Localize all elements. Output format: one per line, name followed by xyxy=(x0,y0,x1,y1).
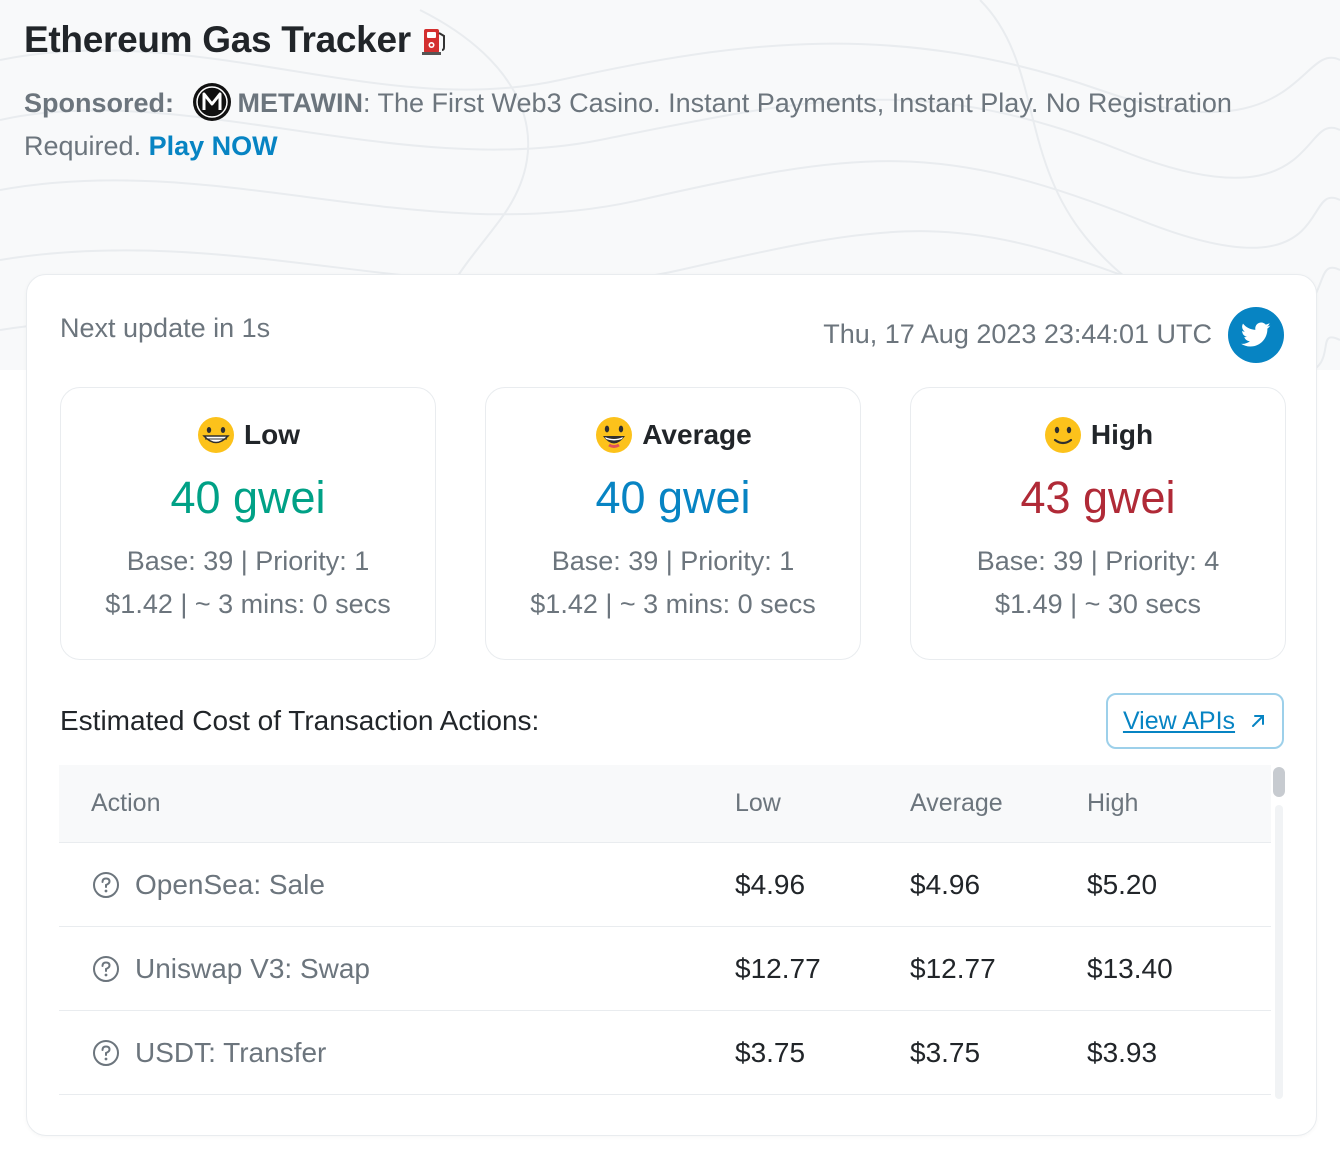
tier-label: Average xyxy=(642,419,752,450)
table-scrollbar[interactable] xyxy=(1271,765,1287,1103)
column-header-low: Low xyxy=(735,789,781,817)
fuel-pump-icon xyxy=(421,25,449,55)
gas-tier-average: Average 40 gwei Base: 39 | Priority: 1 $… xyxy=(485,387,861,660)
sponsor-cta-link[interactable]: Play NOW xyxy=(149,131,278,161)
last-updated-timestamp: Thu, 17 Aug 2023 23:44:01 UTC xyxy=(823,319,1212,349)
tier-gwei-value: 40 gwei xyxy=(595,472,751,523)
gas-tracker-card: Next update in 1s Thu, 17 Aug 2023 23:44… xyxy=(26,274,1317,1136)
action-name: Uniswap V3: Swap xyxy=(135,952,371,984)
sponsor-label: Sponsored: xyxy=(24,88,175,118)
tier-gwei-value: 40 gwei xyxy=(170,472,326,523)
view-apis-label: View APIs xyxy=(1122,706,1236,735)
sponsor-banner: Sponsored: METAWIN: The First Web3 Casin… xyxy=(24,82,1314,168)
cost-average: $12.77 xyxy=(910,952,996,984)
next-update-text: Next update in 1s xyxy=(60,313,271,343)
question-circle-icon[interactable] xyxy=(91,870,121,900)
twitter-icon xyxy=(1241,322,1271,347)
tier-cost-time: $1.42 | ~ 3 mins: 0 secs xyxy=(530,589,816,619)
tier-base-priority: Base: 39 | Priority: 1 xyxy=(551,546,795,576)
cost-low: $12.77 xyxy=(735,952,821,984)
cost-high: $13.40 xyxy=(1087,952,1173,984)
grinning-face-icon xyxy=(196,415,236,455)
gas-tier-high: High 43 gwei Base: 39 | Priority: 4 $1.4… xyxy=(910,387,1286,660)
table-row: Uniswap V3: Swap $12.77 $12.77 $13.40 xyxy=(59,927,1271,1011)
table-row: USDT: Transfer $3.75 $3.75 $3.93 xyxy=(59,1011,1271,1095)
question-circle-icon[interactable] xyxy=(91,1038,121,1068)
column-header-high: High xyxy=(1087,789,1139,817)
tier-gwei-value: 43 gwei xyxy=(1020,472,1176,523)
action-name: USDT: Transfer xyxy=(135,1036,327,1068)
twitter-share-button[interactable] xyxy=(1228,307,1284,363)
column-header-average: Average xyxy=(910,789,1003,817)
table-row: OpenSea: Sale $4.96 $4.96 $5.20 xyxy=(59,843,1271,927)
page-header: Ethereum Gas Tracker Sponsored: METAWIN:… xyxy=(24,18,1324,168)
sponsor-brand: METAWIN xyxy=(237,88,364,118)
cost-high: $3.93 xyxy=(1087,1036,1158,1068)
slight-smile-icon xyxy=(1043,415,1083,455)
cost-average: $4.96 xyxy=(910,868,981,900)
tier-cost-time: $1.42 | ~ 3 mins: 0 secs xyxy=(105,589,391,619)
cost-low: $3.75 xyxy=(735,1036,806,1068)
tier-cost-time: $1.49 | ~ 30 secs xyxy=(995,589,1201,619)
page-title: Ethereum Gas Tracker xyxy=(24,19,411,60)
column-header-action: Action xyxy=(91,789,161,817)
question-circle-icon[interactable] xyxy=(91,954,121,984)
action-name: OpenSea: Sale xyxy=(135,868,325,900)
gas-tier-low: Low 40 gwei Base: 39 | Priority: 1 $1.42… xyxy=(60,387,436,660)
scrollbar-thumb[interactable] xyxy=(1273,767,1285,797)
cost-high: $5.20 xyxy=(1087,868,1158,900)
section-title: Estimated Cost of Transaction Actions: xyxy=(60,705,540,736)
external-link-arrow-icon xyxy=(1252,715,1265,727)
view-apis-button[interactable]: View APIs xyxy=(1106,693,1284,749)
tier-base-priority: Base: 39 | Priority: 4 xyxy=(976,546,1220,576)
tier-label: Low xyxy=(244,419,300,450)
tier-label: High xyxy=(1090,419,1154,450)
cost-low: $4.96 xyxy=(735,868,806,900)
scrollbar-rail xyxy=(1275,805,1283,1099)
smiling-face-icon xyxy=(594,415,634,455)
table-header: Action Low Average High xyxy=(59,765,1271,843)
metawin-logo-icon xyxy=(192,82,232,122)
tier-base-priority: Base: 39 | Priority: 1 xyxy=(126,546,370,576)
cost-average: $3.75 xyxy=(910,1036,981,1068)
transaction-actions-table: Action Low Average High OpenSea: Sale $4… xyxy=(59,765,1271,1095)
